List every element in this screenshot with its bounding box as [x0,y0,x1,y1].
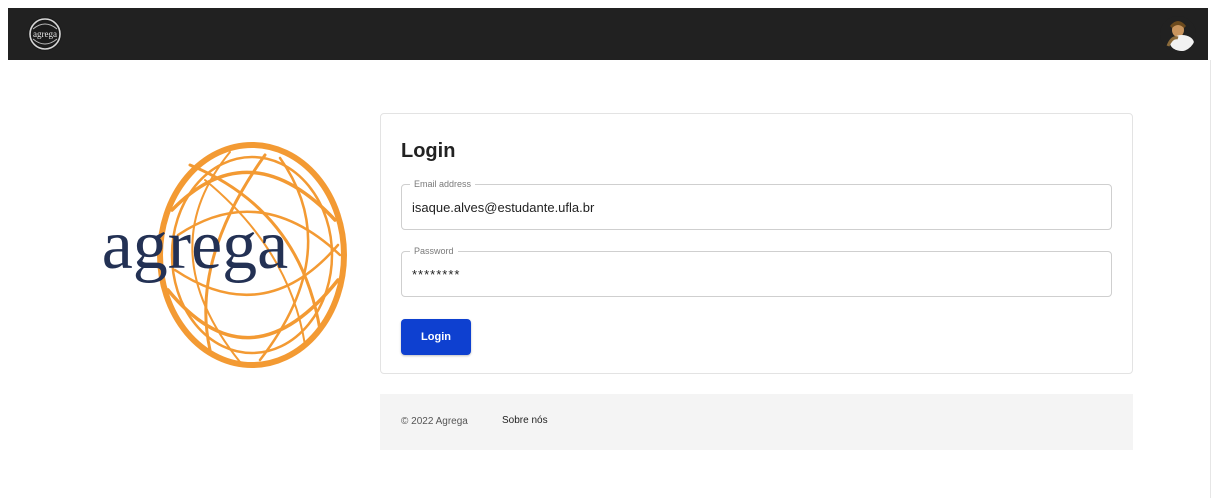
email-input[interactable] [412,185,1092,229]
navbar-logo-text: agrega [33,29,57,39]
top-navbar: agrega [8,8,1208,60]
navbar-logo[interactable]: agrega [28,17,62,51]
email-field: Email address [401,178,1112,230]
user-avatar[interactable] [1160,16,1196,52]
password-field: Password [401,245,1112,297]
window-right-edge [1210,60,1211,498]
agrega-logo-text: agrega [102,207,289,284]
login-card: Login Email address Password Login [380,113,1133,374]
about-link[interactable]: Sobre nós [502,415,548,426]
window-top-edge [0,0,1216,8]
login-title: Login [401,140,456,162]
user-avatar-icon [1160,16,1196,52]
agrega-globe-icon: agrega [102,142,347,368]
password-input[interactable] [412,252,1092,296]
footer-copyright: © 2022 Agrega [401,416,468,427]
page-footer: © 2022 Agrega Sobre nós [380,394,1133,450]
login-button[interactable]: Login [401,319,471,355]
agrega-logo: agrega [90,140,350,370]
navbar-logo-icon: agrega [29,18,61,50]
